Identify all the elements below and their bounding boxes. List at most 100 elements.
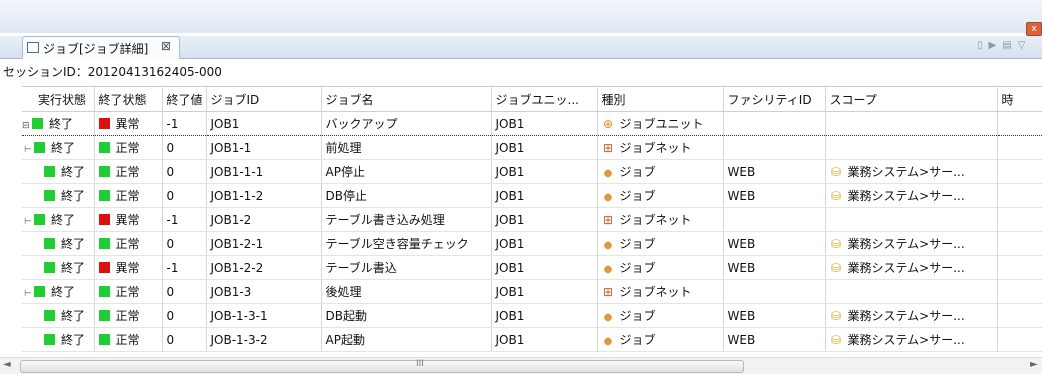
end-status-icon: [98, 142, 110, 153]
end-status-icon: [98, 262, 110, 273]
job-detail-table: 実行状態 終了状態 終了値 ジョブID ジョブ名 ジョブユニッ... 種別 ファシリティID ス…: [22, 86, 1042, 358]
tree-toggle-icon[interactable]: ⊢: [24, 289, 34, 299]
view-menu-icon[interactable]: ▽: [1018, 40, 1032, 51]
close-window-icon[interactable]: x: [1026, 22, 1042, 36]
end-value: 0: [162, 303, 207, 328]
run-status-icon: [34, 142, 45, 153]
window-icon: [27, 42, 39, 53]
job-id: JOB-1-3-1: [206, 303, 322, 328]
end-value: 0: [162, 183, 207, 208]
column-header[interactable]: ファシリティID: [723, 87, 826, 112]
tree-toggle-icon[interactable]: ⊢: [24, 217, 34, 227]
run-status-icon: [44, 238, 55, 249]
end-status-icon: [98, 310, 110, 321]
job-unit: JOB1: [491, 279, 598, 304]
job-icon: ●: [603, 240, 613, 251]
scope-icon: ⛁: [830, 261, 842, 275]
tree-toggle-icon[interactable]: ⊢: [24, 145, 34, 155]
tree-margin: [0, 86, 22, 357]
end-status-icon: [98, 190, 110, 201]
table-row[interactable]: 終了 正常 0 JOB1-2-1 テーブル空き容量チェック JOB1 ● ジョブ WEB ⛁ 業務シ…: [22, 231, 1042, 256]
table-row[interactable]: ⊢ 終了 正常 0 JOB1-1 前処理 JOB1 ⊞ ジョブネット: [22, 135, 1042, 160]
facility-id: WEB: [723, 327, 826, 352]
window-top-band: [0, 0, 1042, 33]
job-id: JOB1-2: [206, 207, 322, 232]
job-name: テーブル書き込み処理: [321, 207, 492, 232]
horizontal-scrollbar[interactable]: ◄ III ►: [0, 357, 1042, 374]
job-unit: JOB1: [491, 303, 598, 328]
job-icon: ●: [603, 264, 613, 275]
tree-toggle-icon[interactable]: ⊟: [22, 121, 32, 131]
run-status-icon: [44, 166, 55, 177]
column-header[interactable]: スコープ: [825, 87, 998, 112]
time-cell: [997, 279, 1042, 304]
job-id: JOB1-2-2: [206, 255, 322, 280]
job-name: テーブル書込: [321, 255, 492, 280]
end-status: 正常: [115, 189, 140, 203]
job-unit: JOB1: [491, 159, 598, 184]
job-id: JOB1-1: [206, 135, 322, 160]
job-type: ジョブユニット: [619, 117, 704, 131]
table-row[interactable]: 終了 正常 0 JOB1-1-2 DB停止 JOB1 ● ジョブ WEB ⛁ 業務システム>サー..…: [22, 183, 1042, 208]
time-cell: [997, 207, 1042, 232]
table-row[interactable]: 終了 正常 0 JOB-1-3-2 AP起動 JOB1 ● ジョブ WEB ⛁ 業務システム>サー.…: [22, 327, 1042, 352]
scope: 業務システム>サー...: [847, 165, 965, 179]
table-row[interactable]: 終了 正常 0 JOB-1-3-1 DB起動 JOB1 ● ジョブ WEB ⛁ 業務システム>サー.…: [22, 303, 1042, 328]
tab-job-detail[interactable]: ジョブ[ジョブ詳細] ⊠: [22, 36, 180, 59]
run-status-icon: [44, 262, 55, 273]
scope-icon: ⛁: [830, 165, 842, 179]
facility-id: WEB: [723, 183, 826, 208]
job-unit: JOB1: [491, 135, 598, 160]
table-row[interactable]: ⊢ 終了 正常 0 JOB1-3 後処理 JOB1 ⊞ ジョブネット: [22, 279, 1042, 304]
job-id: JOB1-1-2: [206, 183, 322, 208]
maximize-icon[interactable]: ▤: [1002, 40, 1017, 51]
job-unit: JOB1: [491, 327, 598, 352]
column-header[interactable]: ジョブID: [206, 87, 322, 112]
tab-close-icon[interactable]: ⊠: [161, 39, 171, 53]
facility-id: [723, 135, 826, 160]
scroll-thumb[interactable]: III: [20, 359, 744, 373]
end-status: 異常: [115, 117, 140, 131]
end-value: -1: [162, 111, 207, 136]
job-name: DB停止: [321, 183, 492, 208]
column-header[interactable]: 終了値: [162, 87, 207, 112]
column-header[interactable]: ジョブユニッ...: [491, 87, 598, 112]
run-status-icon: [34, 286, 45, 297]
job-icon: ●: [603, 192, 613, 203]
end-value: 0: [162, 135, 207, 160]
job-unit: JOB1: [491, 183, 598, 208]
table-row[interactable]: ⊟ 終了 異常 -1 JOB1 バックアップ JOB1 ⊕ ジョブユニット: [22, 111, 1042, 136]
facility-id: WEB: [723, 159, 826, 184]
scope: 業務システム>サー...: [847, 333, 965, 347]
table-row[interactable]: ⊢ 終了 異常 -1 JOB1-2 テーブル書き込み処理 JOB1 ⊞ ジョブネット: [22, 207, 1042, 232]
run-status: 終了: [61, 237, 86, 251]
scope: 業務システム>サー...: [847, 189, 965, 203]
column-header[interactable]: 時: [997, 87, 1042, 112]
facility-id: WEB: [723, 255, 826, 280]
run-status: 終了: [51, 141, 76, 155]
table-row[interactable]: 終了 異常 -1 JOB1-2-2 テーブル書込 JOB1 ● ジョブ WEB ⛁ 業務システム>サ…: [22, 255, 1042, 280]
minimize-icon[interactable]: ▯▶: [977, 40, 1002, 51]
job-unit: JOB1: [491, 255, 598, 280]
run-status: 終了: [49, 117, 74, 131]
end-status-icon: [98, 166, 110, 177]
table-row[interactable]: 終了 正常 0 JOB1-1-1 AP停止 JOB1 ● ジョブ WEB ⛁ 業務システム>サー..…: [22, 159, 1042, 184]
run-status: 終了: [61, 189, 86, 203]
column-header[interactable]: 終了状態: [94, 87, 163, 112]
end-value: 0: [162, 327, 207, 352]
scroll-left-icon[interactable]: ◄: [3, 359, 11, 370]
column-header[interactable]: 種別: [597, 87, 724, 112]
scope: 業務システム>サー...: [847, 309, 965, 323]
time-cell: [997, 183, 1042, 208]
view-tab-bar: ジョブ[ジョブ詳細] ⊠: [0, 36, 1042, 59]
facility-id: WEB: [723, 231, 826, 256]
column-header[interactable]: ジョブ名: [321, 87, 492, 112]
end-status: 正常: [115, 237, 140, 251]
scroll-right-icon[interactable]: ►: [1030, 359, 1038, 370]
run-status: 終了: [61, 333, 86, 347]
job-type: ジョブ: [619, 189, 656, 203]
scope-icon: ⛁: [830, 309, 842, 323]
end-status-icon: [98, 118, 110, 129]
job-name: 前処理: [321, 135, 492, 160]
column-header[interactable]: 実行状態: [22, 87, 95, 112]
